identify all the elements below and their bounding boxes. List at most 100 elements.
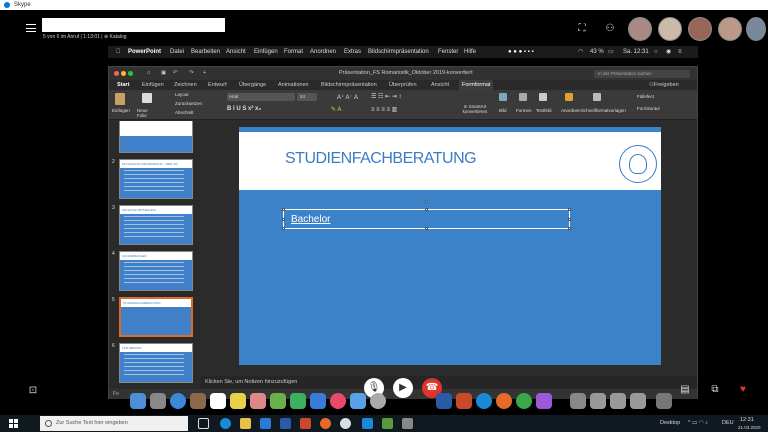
menu-item-datei[interactable]: Datei bbox=[170, 46, 184, 58]
slide-title[interactable]: STUDIENFACHBERATUNG bbox=[285, 150, 477, 168]
shape-outline-button[interactable]: Formkontur bbox=[637, 106, 660, 111]
finder-icon[interactable] bbox=[130, 393, 146, 409]
menu-item-ansicht[interactable]: Ansicht bbox=[226, 46, 246, 58]
resize-handle[interactable] bbox=[425, 208, 428, 211]
desktop-toolbar[interactable]: Desktop bbox=[660, 415, 680, 432]
undo-icon[interactable]: ↶ bbox=[173, 67, 178, 80]
resize-handle[interactable] bbox=[568, 208, 571, 211]
layout-button[interactable]: Layout bbox=[175, 92, 189, 97]
selected-textbox[interactable]: Bachelor bbox=[282, 200, 571, 230]
document-icon[interactable] bbox=[570, 393, 586, 409]
notes-app-icon[interactable] bbox=[230, 393, 246, 409]
font-format-buttons[interactable]: B I U S x² x₂ bbox=[227, 106, 261, 112]
slide-thumbnail-3[interactable]: WICHTIGE MITTEILUNG bbox=[119, 205, 193, 245]
app-taskbar-icon[interactable] bbox=[382, 418, 393, 429]
participant-avatar[interactable] bbox=[628, 17, 652, 41]
skype-dock-icon[interactable] bbox=[476, 393, 492, 409]
participant-avatar[interactable] bbox=[746, 17, 766, 41]
shape-fill-button[interactable]: Füllefect bbox=[637, 94, 654, 99]
mail-icon[interactable] bbox=[260, 418, 271, 429]
app-icon[interactable] bbox=[536, 393, 552, 409]
word-taskbar-icon[interactable] bbox=[280, 418, 291, 429]
maximize-window-button[interactable] bbox=[128, 71, 133, 76]
maps-icon[interactable] bbox=[270, 393, 286, 409]
redo-icon[interactable]: ↷ bbox=[189, 67, 194, 80]
menu-icon[interactable] bbox=[26, 24, 36, 32]
resize-handle[interactable] bbox=[568, 218, 571, 221]
highlight-color-icon[interactable]: ✎ A bbox=[331, 106, 341, 113]
file-explorer-icon[interactable] bbox=[240, 418, 251, 429]
textbox-content[interactable]: Bachelor bbox=[291, 214, 330, 225]
windows-start-icon[interactable] bbox=[9, 419, 18, 428]
minimize-window-button[interactable] bbox=[121, 71, 126, 76]
menu-app-name[interactable]: PowerPoint bbox=[128, 46, 161, 58]
tab-zeichnen[interactable]: Zeichnen bbox=[174, 80, 197, 90]
menu-item-fenster[interactable]: Fenster bbox=[438, 46, 458, 58]
taskbar-date[interactable]: 21.03.2020 bbox=[738, 419, 761, 432]
current-slide[interactable]: STUDIENFACHBERATUNG Bachelor bbox=[239, 127, 661, 365]
slide-thumbnail-4[interactable]: FACHSPRACHEN bbox=[119, 251, 193, 291]
expand-icon[interactable]: ⛶ bbox=[576, 23, 588, 35]
textbox-label[interactable]: Textfeld bbox=[536, 108, 552, 113]
rotate-handle[interactable] bbox=[425, 200, 428, 203]
resize-handle[interactable] bbox=[282, 218, 285, 221]
paste-icon[interactable] bbox=[115, 93, 125, 105]
calendar-icon[interactable] bbox=[210, 393, 226, 409]
taskbar-search-input[interactable]: Zur Suche Text hier eingeben bbox=[40, 416, 188, 431]
menu-item-bildschirmpraesentation[interactable]: Bildschirmpräsentation bbox=[368, 46, 429, 58]
new-slide-icon[interactable] bbox=[142, 93, 152, 103]
word-icon[interactable] bbox=[436, 393, 452, 409]
new-slide-label[interactable]: Neue Folie bbox=[137, 108, 157, 118]
menu-item-anordnen[interactable]: Anordnen bbox=[310, 46, 336, 58]
picture-icon[interactable] bbox=[499, 93, 507, 101]
skype-taskbar-icon[interactable] bbox=[362, 418, 373, 429]
home-icon[interactable]: ⌂ bbox=[147, 67, 150, 80]
switch-window-icon[interactable]: ⧉ bbox=[708, 383, 722, 397]
heart-reaction-icon[interactable]: ♥ bbox=[736, 383, 750, 397]
notification-center-icon[interactable]: ≡ bbox=[678, 46, 682, 58]
tab-formformat[interactable]: Formformat bbox=[459, 80, 494, 90]
tab-animationen[interactable]: Animationen bbox=[278, 80, 309, 90]
participant-avatar[interactable] bbox=[688, 17, 712, 41]
menu-item-hilfe[interactable]: Hilfe bbox=[464, 46, 476, 58]
firefox-taskbar-icon[interactable] bbox=[320, 418, 331, 429]
tab-uebergaenge[interactable]: Übergänge bbox=[239, 80, 266, 90]
menu-item-bearbeiten[interactable]: Bearbeiten bbox=[191, 46, 220, 58]
section-button[interactable]: Abschnitt bbox=[175, 110, 194, 115]
powerpoint-taskbar-icon[interactable] bbox=[300, 418, 311, 429]
tab-start[interactable]: Start bbox=[117, 80, 130, 90]
quick-styles-icon[interactable] bbox=[593, 93, 601, 101]
photos-icon[interactable] bbox=[250, 393, 266, 409]
add-person-icon[interactable]: ⚇ bbox=[604, 23, 616, 35]
task-view-icon[interactable] bbox=[198, 418, 209, 429]
picture-label[interactable]: Bild bbox=[499, 108, 507, 113]
smartart-convert-button[interactable]: In SmartArt konvertieren bbox=[459, 104, 491, 114]
slide-thumbnail-1[interactable] bbox=[119, 121, 193, 153]
edge-icon[interactable] bbox=[220, 418, 231, 429]
firefox-dock-icon[interactable] bbox=[496, 393, 512, 409]
tray-icons[interactable]: ^ ▭ ◠ ♪ bbox=[688, 415, 708, 432]
share-button[interactable]: ⚇ Freigeben bbox=[649, 80, 679, 90]
system-preferences-icon[interactable] bbox=[370, 393, 386, 409]
trash-icon[interactable] bbox=[656, 393, 672, 409]
arrange-icon[interactable] bbox=[565, 93, 573, 101]
resize-handle[interactable] bbox=[568, 227, 571, 230]
tab-einfuegen[interactable]: Einfügen bbox=[142, 80, 164, 90]
chrome-icon[interactable] bbox=[340, 418, 351, 429]
whatsapp-icon[interactable] bbox=[516, 393, 532, 409]
menu-item-einfuegen[interactable]: Einfügen bbox=[254, 46, 278, 58]
screenshot-icon[interactable]: ⊡ bbox=[26, 384, 40, 398]
textbox-icon[interactable] bbox=[539, 93, 547, 101]
resize-handle[interactable] bbox=[282, 208, 285, 211]
shapes-label[interactable]: Formen bbox=[516, 108, 532, 113]
menu-item-format[interactable]: Format bbox=[284, 46, 303, 58]
document-icon[interactable] bbox=[590, 393, 606, 409]
reset-button[interactable]: Zurücksetzen bbox=[175, 101, 202, 106]
close-window-button[interactable] bbox=[114, 71, 119, 76]
app-taskbar-icon[interactable] bbox=[402, 418, 413, 429]
numbers-icon[interactable] bbox=[290, 393, 306, 409]
save-icon[interactable]: ▣ bbox=[161, 67, 166, 80]
tab-entwurf[interactable]: Entwurf bbox=[208, 80, 227, 90]
powerpoint-dock-icon[interactable] bbox=[456, 393, 472, 409]
document-icon[interactable] bbox=[630, 393, 646, 409]
